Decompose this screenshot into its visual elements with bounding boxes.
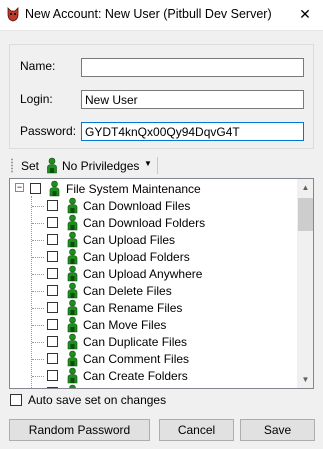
chevron-down-icon[interactable]: ▼ (144, 159, 152, 168)
tree-root-checkbox[interactable] (30, 183, 41, 194)
tree-item-row[interactable]: Can Move Files (10, 316, 295, 333)
tree-item-label: Can Upload Anywhere (83, 267, 203, 281)
user-icon (67, 316, 78, 333)
privilege-set-toolbar: Set No Priviledges ▼ (9, 155, 314, 176)
tree-item-row[interactable]: Can Upload Files (10, 231, 295, 248)
tree-item-row[interactable]: Can Upload Folders (10, 248, 295, 265)
tree-connector-branch (32, 325, 44, 326)
tree-connector-branch (32, 342, 44, 343)
tree-item-label: Can Upload Folders (83, 250, 190, 264)
window-title: New Account: New User (Pitbull Dev Serve… (25, 7, 272, 21)
tree-connector-branch (32, 206, 44, 207)
tree-item-label: Can Download Files (83, 199, 191, 213)
user-icon (67, 265, 78, 282)
tree-item-checkbox[interactable] (47, 370, 58, 381)
cancel-button[interactable]: Cancel (159, 419, 234, 441)
user-icon (67, 299, 78, 316)
tree-connector-branch (32, 240, 44, 241)
tree-item-label: Can Comment Files (83, 352, 190, 366)
pitbull-app-icon (7, 7, 19, 22)
privilege-tree[interactable]: − File System Maintenance Can Download F… (9, 178, 314, 389)
scroll-down-button[interactable]: ▼ (297, 371, 313, 388)
password-field[interactable] (81, 122, 304, 141)
tree-item-row[interactable]: Can Create Folders (10, 367, 295, 384)
tree-item-label: Can Duplicate Files (83, 335, 188, 349)
user-icon (47, 157, 57, 174)
tree-item-checkbox[interactable] (47, 234, 58, 245)
collapse-icon[interactable]: − (15, 183, 24, 192)
autosave-label[interactable]: Auto save set on changes (28, 393, 166, 407)
tree-item-checkbox[interactable] (47, 217, 58, 228)
user-icon (67, 282, 78, 299)
title-bar[interactable]: New Account: New User (Pitbull Dev Serve… (0, 0, 323, 31)
user-icon (67, 350, 78, 367)
toolbar-grip[interactable] (11, 158, 13, 173)
tree-item-checkbox[interactable] (47, 200, 58, 211)
scroll-up-icon: ▲ (301, 183, 310, 192)
tree-item-checkbox[interactable] (47, 387, 58, 388)
tree-item-checkbox[interactable] (47, 336, 58, 347)
tree-connector-branch (32, 291, 44, 292)
tree-item-label: Can Create Folders (83, 369, 188, 383)
tree-item-row[interactable]: Can Download Folders (10, 214, 295, 231)
scroll-up-button[interactable]: ▲ (297, 179, 313, 196)
tree-item-checkbox[interactable] (47, 285, 58, 296)
tree-item-row[interactable]: Can Upload Anywhere (10, 265, 295, 282)
tree-connector-branch (32, 359, 44, 360)
tree-item-row[interactable]: Can Delete Folders (10, 384, 295, 388)
tree-item-label: Can Delete Folders (83, 386, 186, 388)
tree-item-checkbox[interactable] (47, 302, 58, 313)
login-label: Login: (20, 92, 53, 106)
close-icon: ✕ (299, 7, 311, 23)
scroll-down-icon: ▼ (301, 375, 310, 384)
user-icon (67, 248, 78, 265)
tree-connector-branch (32, 376, 44, 377)
tree-item-row[interactable]: Can Download Files (10, 197, 295, 214)
tree-connector-branch (32, 308, 44, 309)
user-icon (67, 231, 78, 248)
tree-item-label: Can Upload Files (83, 233, 176, 247)
autosave-checkbox[interactable] (10, 394, 22, 406)
toolbar-separator (157, 157, 158, 174)
privilege-set-dropdown[interactable]: No Priviledges (62, 159, 139, 173)
tree-item-label: Can Move Files (83, 318, 167, 332)
tree-item-row[interactable]: Can Comment Files (10, 350, 295, 367)
user-icon (49, 180, 60, 197)
tree-item-checkbox[interactable] (47, 353, 58, 364)
user-icon (67, 197, 78, 214)
scroll-thumb[interactable] (298, 198, 313, 231)
password-label: Password: (20, 124, 77, 138)
close-button[interactable]: ✕ (288, 1, 322, 29)
tree-scrollbar[interactable]: ▲ ▼ (297, 179, 313, 388)
login-field[interactable] (81, 90, 304, 109)
tree-item-row[interactable]: Can Delete Files (10, 282, 295, 299)
tree-item-label: Can Rename Files (83, 301, 183, 315)
random-password-button[interactable]: Random Password (9, 419, 150, 441)
tree-connector-branch (32, 257, 44, 258)
tree-item-row[interactable]: Can Rename Files (10, 299, 295, 316)
user-icon (67, 367, 78, 384)
tree-item-label: Can Download Folders (83, 216, 206, 230)
tree-item-checkbox[interactable] (47, 251, 58, 262)
tree-item-checkbox[interactable] (47, 319, 58, 330)
name-field[interactable] (81, 58, 304, 77)
tree-root-label: File System Maintenance (66, 182, 201, 196)
tree-connector-branch (32, 223, 44, 224)
user-icon (69, 384, 76, 388)
user-icon (67, 214, 78, 231)
user-icon (67, 333, 78, 350)
tree-item-label: Can Delete Files (83, 284, 172, 298)
set-label: Set (21, 159, 40, 173)
tree-item-row[interactable]: Can Duplicate Files (10, 333, 295, 350)
name-label: Name: (20, 59, 56, 73)
tree-root-row[interactable]: − File System Maintenance (10, 180, 295, 197)
save-button[interactable]: Save (240, 419, 315, 441)
tree-item-checkbox[interactable] (47, 268, 58, 279)
tree-connector-branch (32, 274, 44, 275)
